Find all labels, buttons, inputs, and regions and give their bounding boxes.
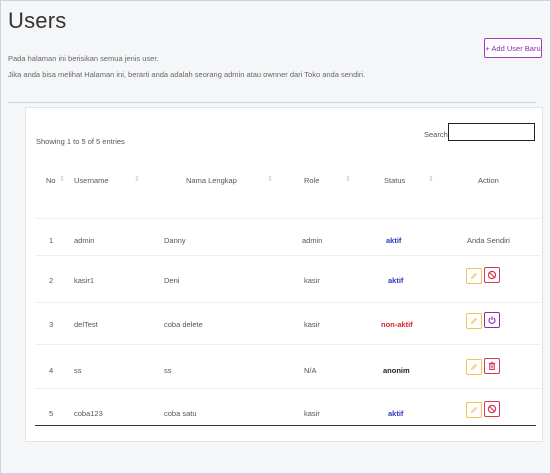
activate-button[interactable] [484, 312, 500, 328]
row-nama-lengkap: Deni [164, 276, 180, 285]
pencil-icon [471, 363, 478, 370]
status-badge: aktif [388, 276, 404, 285]
edit-button[interactable] [466, 402, 482, 418]
sort-icon: ⇕ [134, 176, 140, 183]
row-username: coba123 [74, 409, 103, 418]
row-no: 5 [49, 409, 54, 418]
row-nama-lengkap: ss [164, 366, 172, 375]
table-divider [35, 255, 541, 256]
ban-icon [487, 270, 497, 280]
status-badge: aktif [388, 409, 404, 418]
ban-icon [487, 404, 497, 414]
column-header-username[interactable]: Username [74, 176, 109, 185]
row-no: 3 [49, 320, 54, 329]
edit-button[interactable] [466, 313, 482, 329]
status-badge: aktif [386, 236, 402, 245]
page-description-2: Jika anda bisa melihat Halaman ini, bera… [8, 70, 366, 79]
deactivate-button[interactable] [484, 267, 500, 283]
row-username: delTest [74, 320, 98, 329]
row-nama-lengkap: coba delete [164, 320, 203, 329]
page-description-1: Pada halaman ini berisikan semua jenis u… [8, 54, 159, 63]
table-divider [35, 218, 541, 219]
row-username: ss [74, 366, 82, 375]
status-badge: non-aktif [381, 320, 413, 329]
sort-icon: ⇕ [428, 176, 434, 183]
row-role: kasir [304, 276, 320, 285]
row-username: kasir1 [74, 276, 95, 285]
entries-info: Showing 1 to 5 of 5 entries [36, 137, 125, 146]
row-no: 4 [49, 366, 54, 375]
row-username: admin [74, 236, 95, 245]
row-role: admin [302, 236, 323, 245]
column-header-role[interactable]: Role [304, 176, 319, 185]
sort-icon: ⇕ [267, 176, 273, 183]
power-icon [488, 316, 496, 324]
row-nama-lengkap: coba satu [164, 409, 197, 418]
table-bottom-border [35, 425, 536, 426]
column-header-no[interactable]: No [46, 176, 56, 185]
row-role: N/A [304, 366, 317, 375]
table-divider [35, 344, 541, 345]
add-user-button[interactable]: + Add User Baru [484, 38, 542, 58]
deactivate-button[interactable] [484, 401, 500, 417]
column-header-status[interactable]: Status [384, 176, 405, 185]
table-divider [35, 302, 541, 303]
pencil-icon [471, 272, 478, 279]
action-self-label: Anda Sendiri [467, 236, 510, 245]
delete-button[interactable] [484, 358, 500, 374]
edit-button[interactable] [466, 359, 482, 375]
sort-icon: ⇕ [345, 176, 351, 183]
column-header-nama-lengkap[interactable]: Nama Lengkap [186, 176, 237, 185]
row-no: 2 [49, 276, 54, 285]
row-role: kasir [304, 320, 320, 329]
edit-button[interactable] [466, 268, 482, 284]
trash-icon [488, 361, 496, 370]
row-role: kasir [304, 409, 320, 418]
status-badge: anonim [383, 366, 410, 375]
row-no: 1 [49, 236, 54, 245]
table-divider [35, 388, 541, 389]
pencil-icon [471, 317, 478, 324]
search-input[interactable] [448, 123, 535, 141]
page-title: Users [8, 8, 67, 33]
sort-icon: ⇕ [59, 176, 65, 183]
header-divider [8, 102, 536, 103]
search-label: Search: [424, 130, 450, 139]
row-nama-lengkap: Danny [164, 236, 186, 245]
pencil-icon [471, 406, 478, 413]
column-header-action: Action [478, 176, 499, 185]
